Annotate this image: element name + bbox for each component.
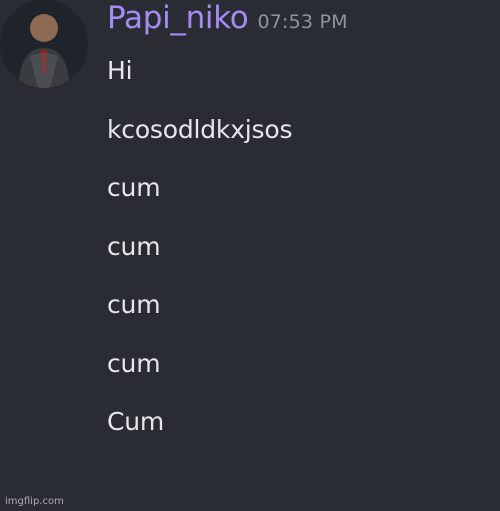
username[interactable]: Papi_niko (107, 0, 249, 36)
message-timestamp: 07:53 PM (257, 11, 348, 33)
message-text: cum (107, 290, 161, 319)
user-avatar[interactable] (0, 0, 88, 88)
message-text: Hi (107, 56, 133, 85)
message-text: cum (107, 173, 161, 202)
message-text: Cum (107, 407, 165, 436)
message-list: Hi kcosodldkxjsos cum cum cum cum Cum (107, 56, 292, 466)
watermark: imgflip.com (5, 496, 64, 507)
message-header: Papi_niko 07:53 PM (107, 0, 348, 40)
message-text: cum (107, 231, 161, 261)
message-text: cum (107, 348, 161, 378)
message-text: kcosodldkxjsos (107, 114, 293, 144)
